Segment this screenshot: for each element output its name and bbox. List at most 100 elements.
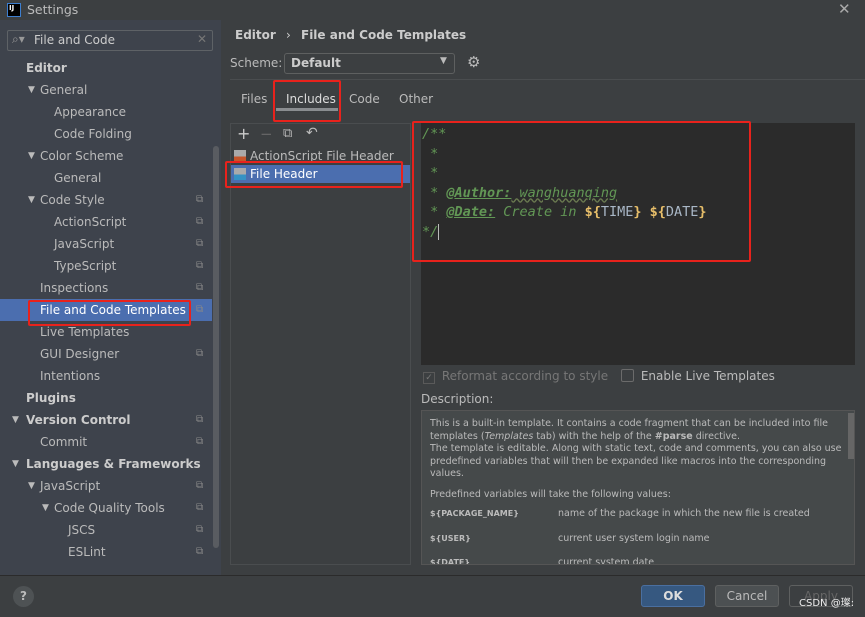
tab-files[interactable]: Files: [241, 92, 267, 106]
project-scope-icon: ⧉: [196, 282, 204, 293]
enable-live-templates-checkbox[interactable]: Enable Live Templates: [621, 369, 775, 383]
watermark: CSDN @璨:: [799, 598, 855, 609]
sidebar-item[interactable]: ESLint ⧉: [0, 541, 212, 563]
settings-sidebar: ⌕▾ File and Code ✕ Editor ▼ General Appeara…: [0, 20, 221, 575]
sidebar-item[interactable]: Intentions: [0, 365, 212, 387]
search-input[interactable]: ⌕▾ File and Code ✕: [7, 30, 213, 51]
sidebar-item-label: General: [54, 171, 102, 185]
checkmark-icon: ✓: [423, 372, 435, 384]
help-button[interactable]: ?: [13, 586, 34, 607]
sidebar-item[interactable]: Plugins: [0, 387, 212, 409]
sidebar-item[interactable]: ActionScript ⧉: [0, 211, 212, 233]
expand-arrow-icon[interactable]: ▼: [28, 189, 35, 211]
reformat-checkbox[interactable]: ✓ Reformat according to style: [423, 369, 608, 384]
chevron-down-icon: ▼: [440, 56, 447, 66]
sidebar-item-label: General: [40, 83, 88, 97]
breadcrumb: Editor › File and Code Templates: [235, 28, 467, 42]
close-icon[interactable]: ✕: [838, 0, 851, 18]
project-scope-icon: ⧉: [196, 348, 204, 359]
variable-row: ${USER} current user system login name: [430, 532, 710, 544]
sidebar-item[interactable]: Commit ⧉: [0, 431, 212, 453]
add-icon[interactable]: +: [237, 124, 250, 143]
tab-code[interactable]: Code: [349, 92, 380, 106]
project-scope-icon: ⧉: [196, 414, 204, 425]
app-logo-icon: IJ: [7, 3, 21, 17]
clear-search-icon[interactable]: ✕: [197, 32, 207, 46]
variable-row: ${PACKAGE_NAME} name of the package in wh…: [430, 508, 810, 519]
project-scope-icon: ⧉: [196, 502, 204, 513]
sidebar-item-label: ActionScript: [54, 215, 127, 229]
project-scope-icon: ⧉: [196, 480, 204, 491]
template-list-panel: + − ⧉ ↶ ActionScript File Header File Hea…: [230, 123, 411, 565]
gear-icon[interactable]: ⚙: [467, 53, 480, 71]
sidebar-item[interactable]: TypeScript ⧉: [0, 255, 212, 277]
cancel-button[interactable]: Cancel: [715, 585, 779, 607]
sidebar-item-label: TypeScript: [54, 259, 117, 273]
sidebar-item-label: JSCS: [68, 523, 96, 537]
project-scope-icon: ⧉: [196, 260, 204, 271]
remove-icon[interactable]: −: [260, 125, 273, 143]
sidebar-item-label: Code Style: [40, 193, 105, 207]
expand-arrow-icon[interactable]: ▼: [28, 145, 35, 167]
sidebar-item[interactable]: ▼ JavaScript ⧉: [0, 475, 212, 497]
expand-arrow-icon[interactable]: ▼: [12, 409, 19, 431]
sidebar-item-label: Version Control: [26, 413, 131, 427]
sidebar-item[interactable]: ▼ Code Style ⧉: [0, 189, 212, 211]
annotation-box: [273, 80, 341, 122]
sidebar-item-label: Code Folding: [54, 127, 132, 141]
description-scrollbar[interactable]: [848, 413, 854, 459]
sidebar-item-label: Inspections: [40, 281, 109, 295]
sidebar-item[interactable]: JavaScript ⧉: [0, 233, 212, 255]
expand-arrow-icon[interactable]: ▼: [28, 475, 35, 497]
sidebar-item-label: Code Quality Tools: [54, 501, 165, 515]
project-scope-icon: ⧉: [196, 436, 204, 447]
title-bar: IJ Settings ✕: [0, 0, 865, 20]
sidebar-item[interactable]: ▼ Color Scheme: [0, 145, 212, 167]
sidebar-item[interactable]: ▼ Version Control ⧉: [0, 409, 212, 431]
sidebar-item-label: JavaScript: [40, 479, 101, 493]
project-scope-icon: ⧉: [196, 304, 204, 315]
description-label: Description:: [421, 392, 494, 406]
sidebar-item[interactable]: Appearance: [0, 101, 212, 123]
sidebar-item[interactable]: ▼ Languages & Frameworks: [0, 453, 212, 475]
project-scope-icon: ⧉: [196, 546, 204, 557]
project-scope-icon: ⧉: [196, 238, 204, 249]
sidebar-item-label: GUI Designer: [40, 347, 120, 361]
copy-icon[interactable]: ⧉: [283, 126, 292, 141]
sidebar-scrollbar[interactable]: [213, 146, 219, 548]
tab-other[interactable]: Other: [399, 92, 433, 106]
sidebar-item[interactable]: ▼ Code Quality Tools ⧉: [0, 497, 212, 519]
sidebar-item-label: Languages & Frameworks: [26, 457, 201, 471]
sidebar-item-label: Commit: [40, 435, 88, 449]
sidebar-item[interactable]: Code Folding: [0, 123, 212, 145]
search-icon: ⌕▾: [12, 32, 25, 46]
sidebar-item[interactable]: GUI Designer ⧉: [0, 343, 212, 365]
sidebar-item-label: ESLint: [68, 545, 106, 559]
sidebar-item-label: Color Scheme: [40, 149, 124, 163]
project-scope-icon: ⧉: [196, 216, 204, 227]
sidebar-item-label: JavaScript: [54, 237, 115, 251]
sidebar-item[interactable]: General: [0, 167, 212, 189]
sidebar-item-label: Editor: [26, 61, 67, 75]
annotation-box: [412, 121, 751, 262]
sidebar-item[interactable]: Inspections ⧉: [0, 277, 212, 299]
annotation-box: [225, 161, 403, 188]
scheme-label: Scheme:: [230, 56, 283, 70]
sidebar-item[interactable]: Editor: [0, 57, 212, 79]
scheme-dropdown[interactable]: Default ▼: [284, 53, 455, 74]
window-title: Settings: [27, 2, 79, 17]
sidebar-item-label: Plugins: [26, 391, 76, 405]
annotation-box: [28, 300, 191, 326]
sidebar-item[interactable]: JSCS ⧉: [0, 519, 212, 541]
expand-arrow-icon[interactable]: ▼: [42, 497, 49, 519]
variable-row: ${DATE} current system date: [430, 557, 655, 565]
ok-button[interactable]: OK: [641, 585, 705, 607]
sidebar-item[interactable]: ▼ General: [0, 79, 212, 101]
expand-arrow-icon[interactable]: ▼: [28, 79, 35, 101]
description-panel: This is a built-in template. It contains…: [421, 410, 855, 565]
expand-arrow-icon[interactable]: ▼: [12, 453, 19, 475]
project-scope-icon: ⧉: [196, 524, 204, 535]
sidebar-item-label: Intentions: [40, 369, 101, 383]
sidebar-item-label: Appearance: [54, 105, 127, 119]
reset-icon[interactable]: ↶: [306, 125, 318, 141]
